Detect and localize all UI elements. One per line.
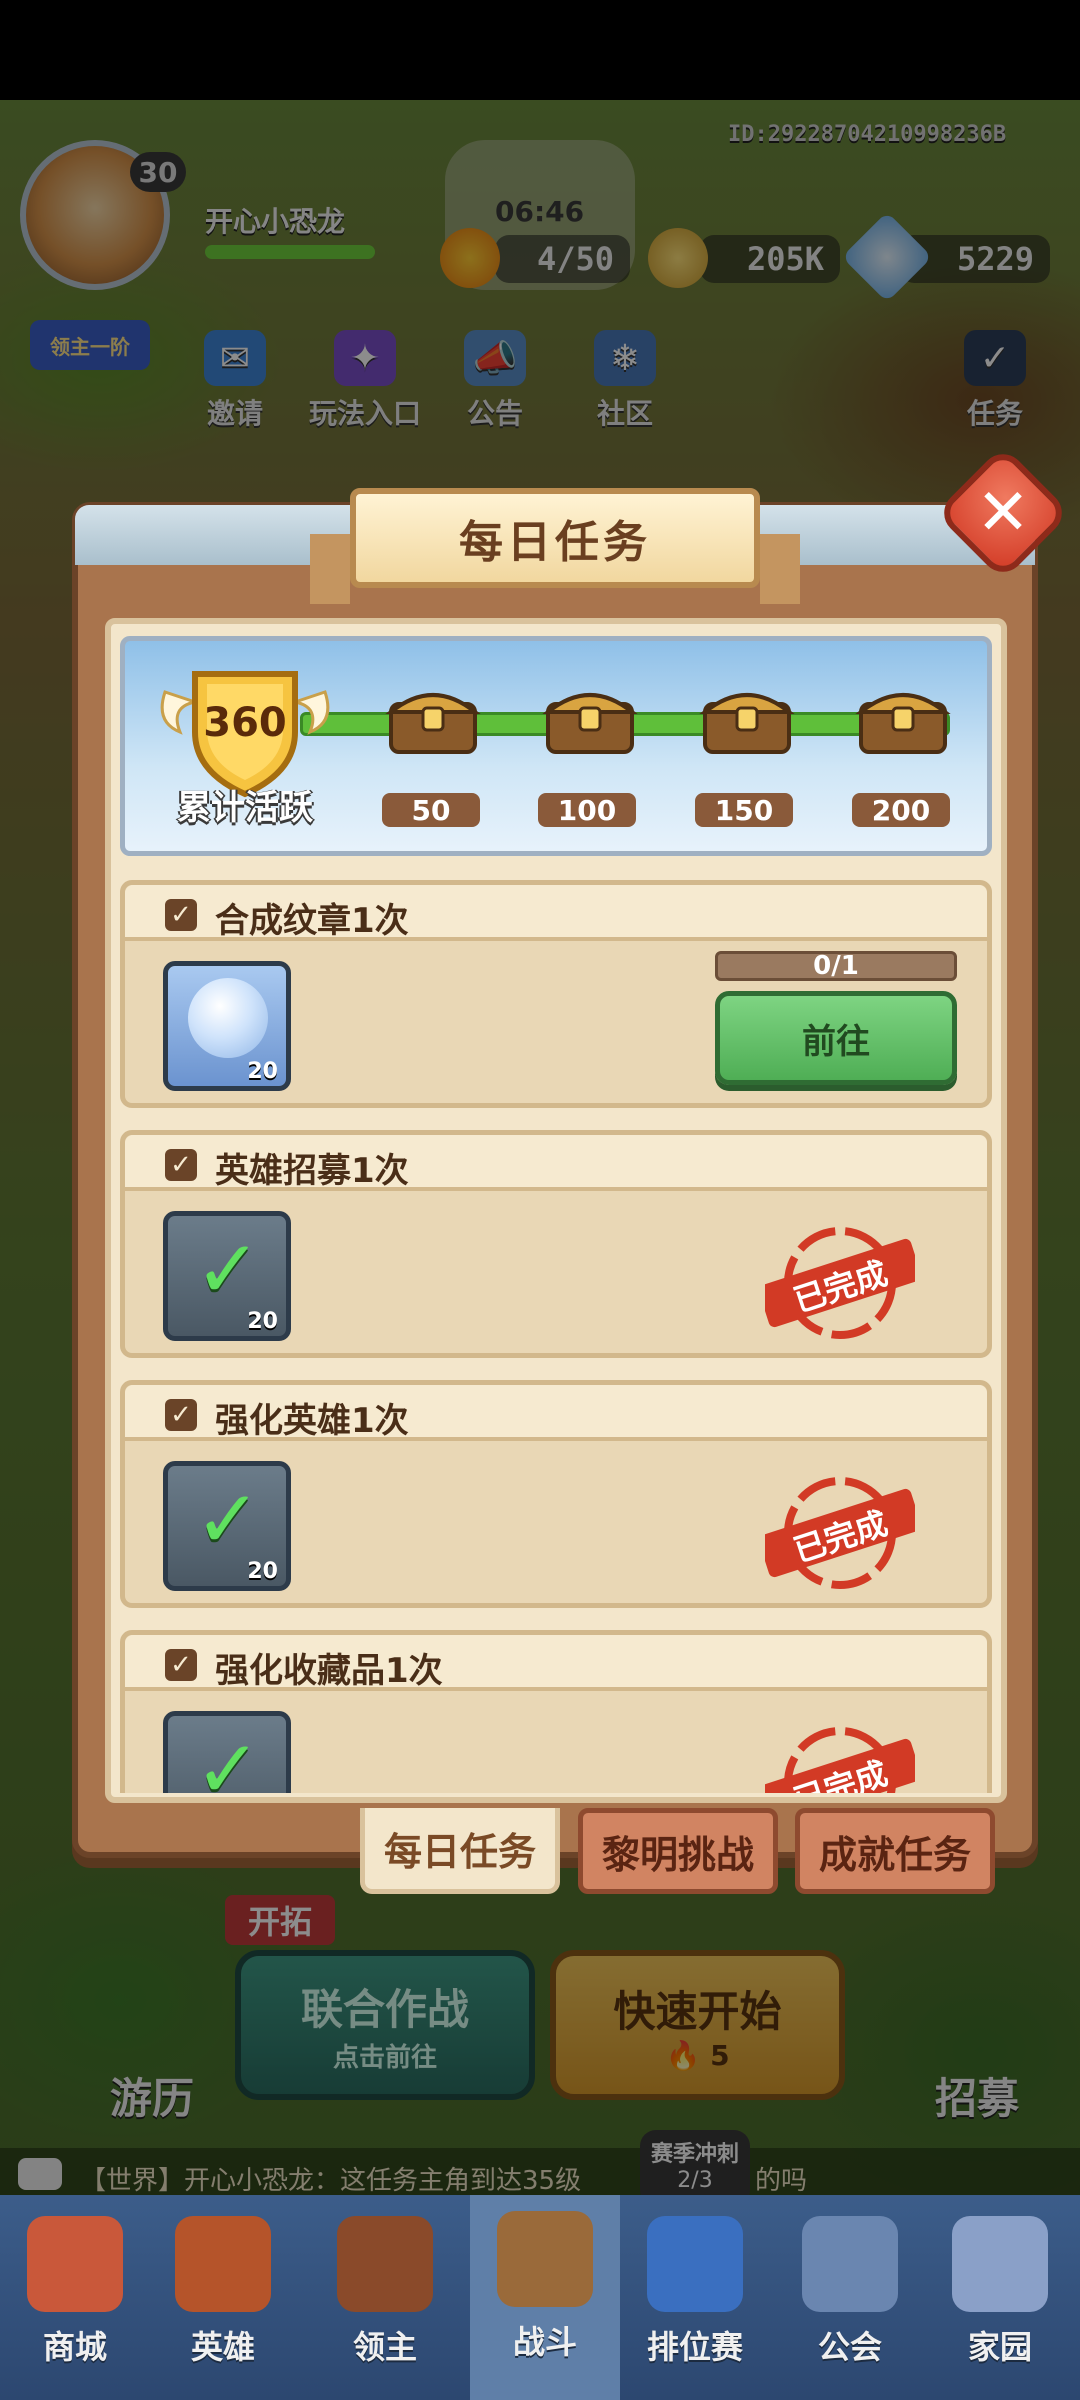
tab-dawn-challenge[interactable]: 黎明挑战 (578, 1808, 778, 1894)
nav-battle[interactable]: 战斗 (470, 2195, 620, 2400)
hero-card-icon (175, 2216, 271, 2312)
milestone-label: 100 (538, 793, 636, 827)
status-bar (0, 0, 1080, 100)
bubble-orb-icon (188, 978, 268, 1058)
nav-guild[interactable]: 公会 (775, 2200, 925, 2390)
shop-icon (27, 2216, 123, 2312)
task-progress: 0/1 (715, 951, 957, 981)
reward-item[interactable]: ✓ 20 (163, 1461, 291, 1591)
home-icon (952, 2216, 1048, 2312)
close-icon[interactable]: ✕ (955, 465, 1051, 561)
nav-home[interactable]: 家园 (925, 2200, 1075, 2390)
ranked-shield-icon (647, 2216, 743, 2312)
chest-icon[interactable] (699, 678, 795, 758)
reward-count: 20 (247, 1559, 278, 1584)
tab-daily-tasks[interactable]: 每日任务 (360, 1808, 560, 1894)
checkmark-icon: ✓ (194, 1223, 262, 1316)
nav-ranked[interactable]: 排位赛 (620, 2200, 770, 2390)
chest-icon[interactable] (855, 678, 951, 758)
nav-heroes[interactable]: 英雄 (148, 2200, 298, 2390)
reward-item[interactable]: 20 (163, 961, 291, 1091)
tab-achievements[interactable]: 成就任务 (795, 1808, 995, 1894)
nav-shop[interactable]: 商城 (0, 2200, 150, 2390)
checkbox-icon: ✓ (165, 899, 197, 931)
checkmark-icon: ✓ (194, 1723, 262, 1794)
task-card-clip: ✓ 强化收藏品1次 ✓ 已完成 (120, 1630, 992, 1793)
task-title: 强化收藏品1次 (215, 1651, 443, 1691)
reward-item[interactable]: ✓ 20 (163, 1211, 291, 1341)
banner-icon (337, 2216, 433, 2312)
activity-label: 累计活跃 (177, 788, 313, 828)
milestone-label: 200 (852, 793, 950, 827)
nav-lord[interactable]: 领主 (310, 2200, 460, 2390)
checkbox-icon: ✓ (165, 1149, 197, 1181)
activity-value: 360 (203, 700, 287, 746)
reward-count: 20 (247, 1309, 278, 1334)
reward-item[interactable]: ✓ (163, 1711, 291, 1793)
task-card: ✓ 强化收藏品1次 ✓ 已完成 (120, 1630, 992, 1793)
go-button[interactable]: 前往 (715, 991, 957, 1085)
reward-count: 20 (247, 1059, 278, 1084)
task-title: 强化英雄1次 (215, 1401, 409, 1441)
task-title: 合成纹章1次 (215, 901, 409, 941)
guild-castle-icon (802, 2216, 898, 2312)
milestone-label: 150 (695, 793, 793, 827)
chest-icon[interactable] (385, 678, 481, 758)
checkbox-icon: ✓ (165, 1399, 197, 1431)
checkbox-icon: ✓ (165, 1649, 197, 1681)
checkmark-icon: ✓ (194, 1473, 262, 1566)
task-card: ✓ 英雄招募1次 ✓ 20 已完成 (120, 1130, 992, 1358)
crossed-swords-icon (497, 2211, 593, 2307)
task-card: ✓ 合成纹章1次 20 0/1 前往 (120, 880, 992, 1108)
task-title: 英雄招募1次 (215, 1151, 409, 1191)
chest-icon[interactable] (542, 678, 638, 758)
modal-title: 每日任务 (310, 488, 800, 604)
task-card: ✓ 强化英雄1次 ✓ 20 已完成 (120, 1380, 992, 1608)
milestone-label: 50 (382, 793, 480, 827)
